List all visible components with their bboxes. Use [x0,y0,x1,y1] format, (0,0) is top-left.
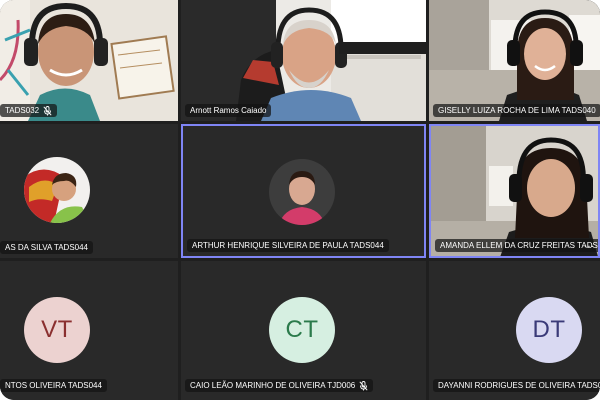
participant-tile-9[interactable]: DT DAYANNI RODRIGUES DE OLIVEIRA TADS044 [429,261,600,400]
participant-tile-7[interactable]: VT NTOS OLIVEIRA TADS044 [0,261,178,400]
participant-video [0,0,178,121]
participant-tile-4[interactable]: AS DA SILVA TADS044 [0,124,178,258]
participant-name-tag: ARTHUR HENRIQUE SILVEIRA DE PAULA TADS04… [187,239,389,252]
participant-name: Arnott Ramos Caiado [190,106,267,115]
participant-name-tag: AMANDA ELLEM DA CRUZ FREITAS TADS044 [435,239,600,252]
participant-name: TADS032 [5,106,40,115]
participant-video [431,126,598,256]
participant-name-tag: DAYANNI RODRIGUES DE OLIVEIRA TADS044 [433,379,600,392]
participant-initials-avatar: DT [516,297,582,363]
participant-tile-2[interactable]: Arnott Ramos Caiado [181,0,426,121]
video-grid: TADS032 Arnott Ramos Caiado GISELLY LUIZ… [0,0,600,400]
participant-name: DAYANNI RODRIGUES DE OLIVEIRA TADS044 [438,381,600,390]
more-options-icon[interactable]: … [584,240,594,250]
participant-avatar-photo [24,157,90,223]
participant-initials: VT [41,316,73,343]
participant-name: NTOS OLIVEIRA TADS044 [5,381,102,390]
participant-video [181,0,426,121]
participant-name-tag: AS DA SILVA TADS044 [0,241,94,254]
participant-name: AMANDA ELLEM DA CRUZ FREITAS TADS044 [440,241,600,250]
participant-initials-avatar: CT [269,297,335,363]
meeting-window: TADS032 Arnott Ramos Caiado GISELLY LUIZ… [0,0,600,400]
participant-name-tag: TADS032 [0,104,58,117]
participant-name-tag: GISELLY LUIZA ROCHA DE LIMA TADS040 [433,104,600,117]
participant-initials-avatar: VT [24,297,90,363]
participant-name-tag: Arnott Ramos Caiado [185,104,272,117]
participant-video [429,0,600,121]
participant-tile-8[interactable]: CT CAIO LEÃO MARINHO DE OLIVEIRA TJD006 [181,261,426,400]
participant-initials: CT [285,316,319,343]
participant-tile-6[interactable]: AMANDA ELLEM DA CRUZ FREITAS TADS044 … [429,124,600,258]
participant-initials: DT [532,316,566,343]
participant-name: CAIO LEÃO MARINHO DE OLIVEIRA TJD006 [190,381,356,390]
participant-name: GISELLY LUIZA ROCHA DE LIMA TADS040 [438,106,596,115]
participant-tile-5[interactable]: ARTHUR HENRIQUE SILVEIRA DE PAULA TADS04… [181,124,426,258]
participant-name: ARTHUR HENRIQUE SILVEIRA DE PAULA TADS04… [192,241,384,250]
participant-name-tag: NTOS OLIVEIRA TADS044 [0,379,107,392]
participant-tile-1[interactable]: TADS032 [0,0,178,121]
participant-avatar-photo [269,159,335,225]
mic-off-icon [43,105,52,116]
participant-name-tag: CAIO LEÃO MARINHO DE OLIVEIRA TJD006 [185,379,374,392]
mic-off-icon [359,380,368,391]
participant-name: AS DA SILVA TADS044 [5,243,89,252]
participant-tile-3[interactable]: GISELLY LUIZA ROCHA DE LIMA TADS040 [429,0,600,121]
